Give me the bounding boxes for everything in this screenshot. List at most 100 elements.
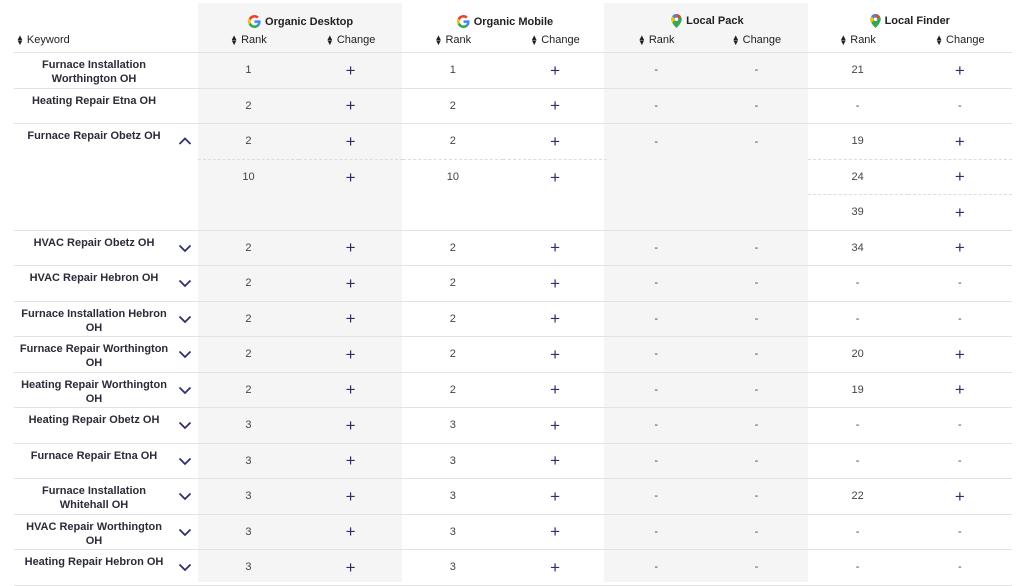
rank-cell: 3 xyxy=(402,478,503,515)
change-cell: + xyxy=(298,52,403,89)
keyword-text: Furnace Installation Worthington OH xyxy=(42,59,146,85)
chevron-down-icon[interactable] xyxy=(178,276,192,290)
chevron-down-icon[interactable] xyxy=(178,525,192,539)
chevron-down-icon[interactable] xyxy=(178,489,192,503)
chevron-down-icon[interactable] xyxy=(178,383,192,397)
change-cell: - xyxy=(907,443,1012,479)
keyword-text: Heating Repair Hebron OH xyxy=(24,556,164,568)
table-row: HVAC Repair Obetz OH 2 +2 + - -34 + xyxy=(14,230,1012,266)
keyword-cell: Heating Repair Hebron OH xyxy=(14,549,199,586)
table-row: Heating Repair Worthington OH 2 +2 + - -19 + xyxy=(14,372,1012,408)
plus-icon: + xyxy=(550,344,560,364)
chevron-down-icon[interactable] xyxy=(178,312,192,326)
plus-icon: + xyxy=(345,273,356,293)
rank-cell: - xyxy=(607,443,706,479)
rank-cell: - xyxy=(607,514,706,550)
keyword-text: Heating Repair Worthington OH xyxy=(21,378,167,405)
change-cell: + xyxy=(298,88,403,124)
plus-icon: + xyxy=(345,415,356,435)
table-row: Furnace Repair Worthington OH 2 +2 + - -20 + xyxy=(14,336,1012,373)
rank-cell: 39 xyxy=(807,194,908,231)
rank-cell: 3 xyxy=(198,407,299,444)
rank-cell: 2 xyxy=(402,123,503,160)
change-cell: + xyxy=(907,372,1012,408)
table-body: Furnace Installation Worthington OH 1 +1 + -… xyxy=(14,52,1012,586)
change-cell: + xyxy=(907,52,1012,89)
keyword-sort-header[interactable]: ▲ ▼ Keyword xyxy=(14,31,199,53)
rank-cell: 3 xyxy=(198,514,299,550)
sort-icon: ▲ ▼ xyxy=(935,33,944,47)
rank-cell: - xyxy=(607,123,706,231)
change-cell: + xyxy=(907,230,1012,266)
rank-sort-header[interactable]: ▲ ▼ Rank xyxy=(807,31,908,53)
plus-icon: + xyxy=(954,60,965,80)
rank-cell: 10 xyxy=(446,171,459,183)
change-cell: - xyxy=(907,549,1012,586)
keyword-text: Heating Repair Obetz OH xyxy=(28,414,160,426)
rank-cell: 2 xyxy=(198,230,299,266)
group-organic-mobile: Organic Mobile xyxy=(403,3,607,31)
change-cell: - xyxy=(705,372,808,408)
rank-sort-header[interactable]: ▲ ▼ Rank xyxy=(198,31,299,53)
rank-cell: - xyxy=(807,443,908,479)
rank-cell: 2 xyxy=(402,336,503,373)
table-row: HVAC Repair Worthington OH 3 +3 + - - - - xyxy=(14,514,1012,550)
plus-icon: + xyxy=(345,131,356,151)
table-row: Heating Repair Hebron OH 3 +3 + - - - - xyxy=(14,549,1012,586)
group-local-finder: Local Finder xyxy=(808,3,1012,31)
change-cell: + xyxy=(298,265,403,302)
plus-icon: + xyxy=(550,451,560,471)
change-sort-header[interactable]: ▲ ▼ Change xyxy=(705,31,808,53)
change-cell: - xyxy=(705,443,808,479)
change-cell: + xyxy=(298,336,403,373)
group-local-pack: Local Pack xyxy=(607,3,807,31)
keyword-header-label: Keyword xyxy=(26,34,70,46)
empty-cell xyxy=(298,194,403,231)
rank-cell: 2 xyxy=(402,301,503,337)
plus-icon: + xyxy=(550,486,560,506)
rank-cell: - xyxy=(607,52,706,89)
chevron-down-icon[interactable] xyxy=(178,560,192,574)
rank-cell: - xyxy=(607,336,706,373)
chevron-down-icon[interactable] xyxy=(178,347,192,361)
plus-icon: + xyxy=(345,557,356,577)
rank-cell: - xyxy=(807,514,908,550)
rank-cell: 3 xyxy=(402,514,503,550)
keyword-text: Furnace Installation Hebron OH xyxy=(21,307,167,334)
chevron-down-icon[interactable] xyxy=(178,454,192,468)
group-label: Organic Mobile xyxy=(473,15,554,28)
change-cell: + xyxy=(298,407,403,444)
change-cell: - xyxy=(705,52,808,89)
plus-icon: + xyxy=(954,167,965,187)
table-row: Furnace Repair Obetz OH 2 +2 + - -19 + xyxy=(14,123,1012,231)
rank-cell: 2 xyxy=(198,123,299,160)
change-cell: - xyxy=(705,230,808,266)
rank-cell: 3 xyxy=(198,443,299,479)
change-cell: - xyxy=(705,478,808,515)
chevron-up-icon[interactable] xyxy=(178,134,192,148)
rank-sort-header[interactable]: ▲ ▼ Rank xyxy=(607,31,706,53)
change-sort-header[interactable]: ▲ ▼ Change xyxy=(298,31,403,53)
keyword-cell: HVAC Repair Hebron OH xyxy=(14,265,199,302)
rank-sort-header[interactable]: ▲ ▼ Rank xyxy=(402,31,503,53)
plus-icon: + xyxy=(550,273,560,293)
group-organic-desktop: Organic Desktop xyxy=(198,3,402,31)
chevron-down-icon[interactable] xyxy=(178,241,192,255)
change-sort-header[interactable]: ▲ ▼ Change xyxy=(907,31,1012,53)
rank-cell: 20 xyxy=(807,336,908,373)
keyword-cell: Heating Repair Obetz OH xyxy=(14,407,199,444)
change-cell: + xyxy=(907,123,1012,160)
table-row: Heating Repair Obetz OH 3 +3 + - - - - xyxy=(14,407,1012,444)
plus-icon: + xyxy=(550,238,560,258)
change-sort-header[interactable]: ▲ ▼ Change xyxy=(502,31,608,53)
rank-cell: - xyxy=(607,265,706,302)
rank-header-label: Rank xyxy=(445,34,472,46)
sort-icon: ▲ ▼ xyxy=(731,33,740,47)
chevron-down-icon[interactable] xyxy=(178,418,192,432)
change-cell: - xyxy=(705,123,808,231)
rank-cell: 3 xyxy=(402,549,503,586)
sort-icon: ▲ ▼ xyxy=(637,33,646,47)
rank-cell: 22 xyxy=(807,478,908,515)
keyword-text: Furnace Repair Worthington OH xyxy=(19,343,169,369)
plus-icon: + xyxy=(550,309,560,329)
